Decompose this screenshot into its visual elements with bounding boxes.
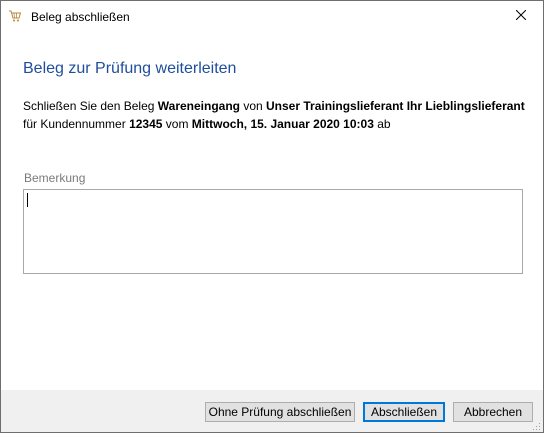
- text-caret: [27, 193, 28, 207]
- remark-label: Bemerkung: [24, 171, 86, 185]
- supplier-name: Unser Trainingslieferant Ihr Lieblingsli…: [266, 99, 525, 113]
- dialog-description: Schließen Sie den Beleg Wareneingang von…: [23, 97, 533, 133]
- dialog-window: Beleg abschließen Beleg zur Prüfung weit…: [0, 0, 544, 433]
- button-bar: Ohne Prüfung abschließen Abschließen Abb…: [1, 390, 543, 432]
- document-type: Wareneingang: [157, 99, 240, 113]
- remark-input[interactable]: [23, 189, 523, 274]
- dialog-content: Beleg zur Prüfung weiterleiten Schließen…: [1, 32, 543, 390]
- cancel-button[interactable]: Abbrechen: [453, 402, 533, 422]
- title-bar[interactable]: Beleg abschließen: [1, 1, 543, 32]
- customer-number: 12345: [129, 117, 163, 131]
- window-title: Beleg abschließen: [31, 10, 130, 24]
- close-icon: [515, 9, 526, 23]
- cart-icon: [8, 9, 22, 23]
- document-date: Mittwoch, 15. Januar 2020 10:03: [191, 117, 374, 131]
- description-text: für Kundennummer: [23, 117, 130, 131]
- dialog-heading: Beleg zur Prüfung weiterleiten: [23, 60, 237, 77]
- resize-grip-icon[interactable]: [531, 420, 541, 430]
- description-text: Schließen Sie den Beleg: [23, 99, 158, 113]
- close-button[interactable]: [498, 1, 543, 31]
- description-text: von: [240, 99, 267, 113]
- skip-review-button[interactable]: Ohne Prüfung abschließen: [205, 402, 355, 422]
- close-document-button[interactable]: Abschließen: [363, 402, 445, 422]
- description-text: ab: [373, 117, 391, 131]
- description-text: vom: [162, 117, 192, 131]
